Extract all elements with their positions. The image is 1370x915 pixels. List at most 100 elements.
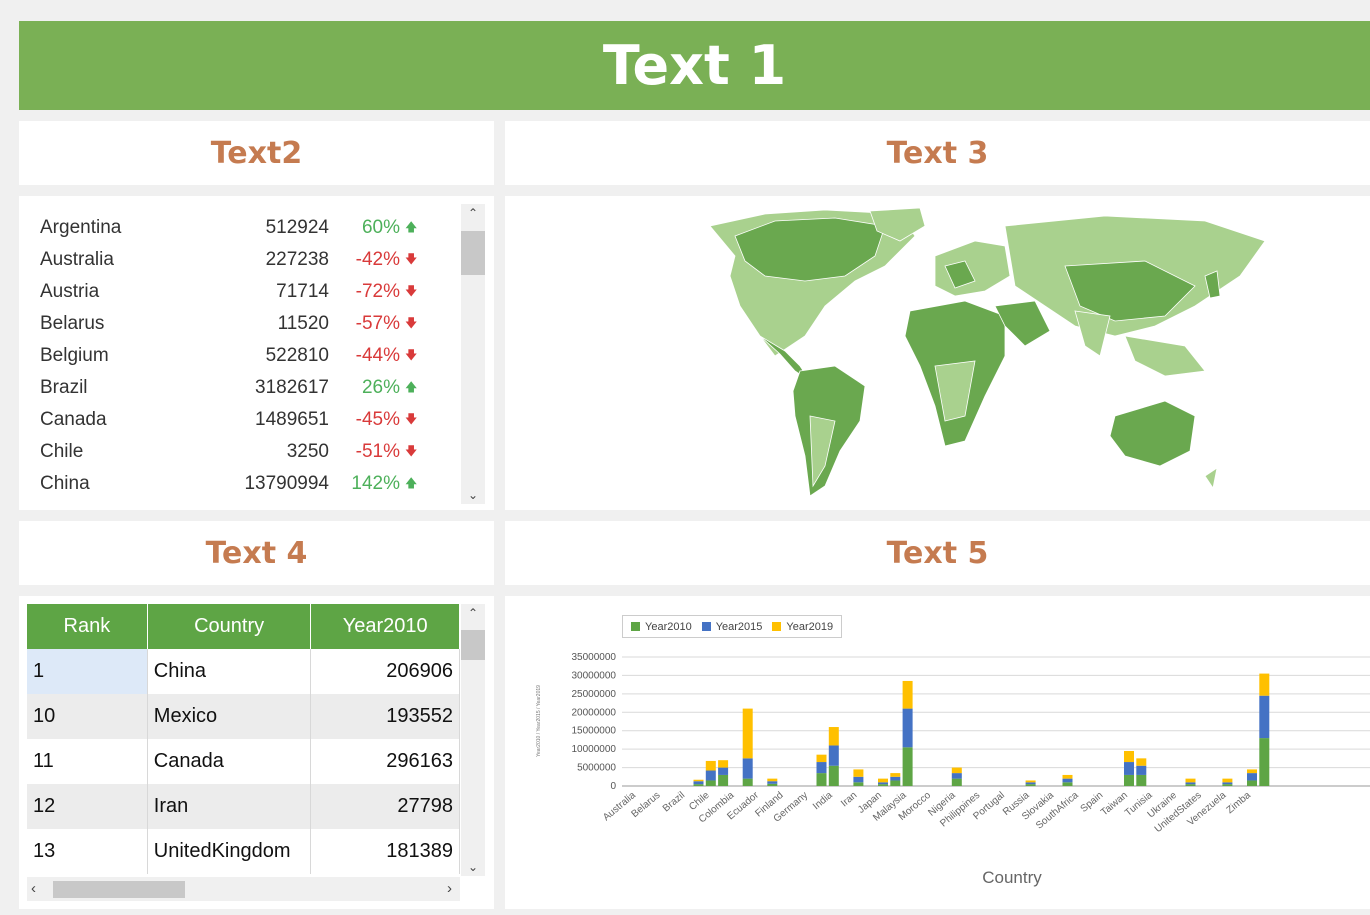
bar-segment — [742, 778, 753, 786]
y-tick-label: 0 — [610, 781, 616, 792]
bar-segment — [1124, 774, 1134, 786]
x-tick-label: Zimba — [1225, 790, 1254, 817]
bar-segment — [1185, 778, 1196, 783]
list-item-change: -44% — [355, 345, 400, 366]
y-tick-label: 5000000 — [577, 763, 616, 774]
table-hscroll-thumb[interactable] — [53, 881, 185, 898]
list-scrollbar[interactable]: ⌃ ⌄ — [461, 204, 485, 504]
bar-segment — [693, 781, 704, 785]
table-vscrollbar[interactable]: ⌃ ⌄ — [461, 604, 485, 876]
bar-segment — [951, 773, 962, 779]
table-row[interactable]: 13 UnitedKingdom 181389 — [27, 829, 460, 874]
list-item-change: -51% — [355, 441, 400, 462]
list-item-country: Brazil — [40, 377, 88, 398]
x-tick-label: Brazil — [661, 790, 687, 815]
y-tick-label: 20000000 — [572, 707, 617, 718]
bar-segment — [853, 769, 864, 777]
col-header-rank[interactable]: Rank — [27, 604, 148, 649]
list-item-change: -72% — [355, 281, 400, 302]
col-header-year2010[interactable]: Year2010 — [310, 604, 460, 649]
chevron-up-icon[interactable]: ⌃ — [461, 206, 485, 220]
cell-country[interactable]: China — [147, 649, 312, 694]
cell-year2010[interactable]: 181389 — [310, 829, 460, 874]
cell-year2010[interactable]: 296163 — [310, 739, 460, 784]
table-row[interactable]: 10 Mexico 193552 — [27, 694, 460, 739]
cell-country[interactable]: Iran — [147, 784, 312, 829]
list-item: Belarus 11520 -57% 🡇 — [19, 308, 459, 340]
cell-rank[interactable]: 13 — [27, 829, 148, 874]
bar-segment — [1062, 782, 1073, 786]
list-item-value: 1489651 — [255, 409, 329, 430]
chevron-left-icon[interactable]: ‹ — [31, 880, 36, 897]
legend-item: Year2019 — [772, 621, 833, 633]
bar-segment — [705, 760, 716, 771]
table-hscrollbar[interactable]: ‹ › — [27, 877, 460, 901]
table-row[interactable]: 1 China 206906 — [27, 649, 460, 694]
bar-segment — [1136, 758, 1147, 766]
list-item: Canada 1489651 -45% 🡇 — [19, 404, 459, 436]
map-southeast-asia — [1124, 335, 1206, 377]
cell-country[interactable]: UnitedKingdom — [147, 829, 312, 874]
stacked-bar-chart: 35000000 30000000 25000000 20000000 15000000… — [536, 652, 1370, 887]
bar-segment — [693, 779, 704, 782]
bar-segment — [890, 780, 901, 786]
bar-segment — [1025, 782, 1036, 785]
map-new-zealand — [1204, 467, 1218, 490]
cell-year2010[interactable]: 193552 — [310, 694, 460, 739]
col-header-country[interactable]: Country — [147, 604, 312, 649]
cell-rank[interactable]: 1 — [27, 649, 148, 694]
list-item-change: -42% — [355, 249, 400, 270]
table-row[interactable]: 12 Iran 27798 — [27, 784, 460, 829]
bar-segment — [902, 708, 913, 748]
list-item-country: Australia — [40, 249, 114, 270]
bar-segment — [1222, 784, 1233, 786]
bar-segment — [1136, 774, 1147, 786]
bar-segment — [890, 776, 901, 781]
chevron-right-icon[interactable]: › — [447, 880, 452, 897]
arrow-up-icon: 🡅 — [405, 475, 418, 490]
bar-segment — [1124, 750, 1134, 763]
list-scroll-thumb[interactable] — [461, 231, 485, 275]
list-item: Argentina 512924 60% 🡅 — [19, 212, 459, 244]
bar-segment — [902, 680, 913, 709]
arrow-down-icon: 🡇 — [405, 283, 418, 298]
chevron-down-icon[interactable]: ⌄ — [461, 860, 485, 874]
table-vscroll-thumb[interactable] — [461, 630, 485, 660]
bar-segment — [902, 747, 913, 786]
arrow-down-icon: 🡇 — [405, 347, 418, 362]
cell-rank[interactable]: 10 — [27, 694, 148, 739]
cell-rank[interactable]: 11 — [27, 739, 148, 784]
bar-segment — [816, 773, 827, 786]
cell-year2010[interactable]: 27798 — [310, 784, 460, 829]
cell-country[interactable]: Mexico — [147, 694, 312, 739]
bar-segment — [767, 778, 778, 782]
list-item-value: 522810 — [265, 345, 329, 366]
bar-segment — [1222, 778, 1233, 783]
arrow-down-icon: 🡇 — [405, 443, 418, 458]
bar-segment — [853, 782, 864, 786]
chevron-up-icon[interactable]: ⌃ — [461, 606, 485, 620]
bar-segment — [1124, 762, 1134, 775]
list-item-value: 13790994 — [244, 473, 329, 494]
table-row[interactable]: 11 Canada 296163 — [27, 739, 460, 784]
list-item-country: Chile — [40, 441, 84, 462]
y-tick-label: 30000000 — [572, 670, 617, 681]
cell-country[interactable]: Canada — [147, 739, 312, 784]
list-item-country: Argentina — [40, 217, 122, 238]
bar-segment — [828, 765, 839, 786]
list-item-country: Canada — [40, 409, 107, 430]
cell-rank[interactable]: 12 — [27, 784, 148, 829]
list-item-change: 142% — [351, 473, 400, 494]
bar-segment — [878, 778, 888, 783]
cell-year2010[interactable]: 206906 — [310, 649, 460, 694]
chevron-down-icon[interactable]: ⌄ — [461, 488, 485, 502]
bar-segment — [1062, 778, 1073, 783]
arrow-down-icon: 🡇 — [405, 251, 418, 266]
bar-segment — [890, 773, 901, 777]
list-item: Brazil 3182617 26% 🡅 — [19, 372, 459, 404]
list-item: Chile 3250 -51% 🡇 — [19, 436, 459, 468]
rank-table: Rank Country Year2010 1 China 206906 10 Mexi… — [27, 604, 460, 874]
arrow-down-icon: 🡇 — [405, 315, 418, 330]
bar-segment — [718, 774, 729, 786]
list-item-value: 71714 — [276, 281, 329, 302]
